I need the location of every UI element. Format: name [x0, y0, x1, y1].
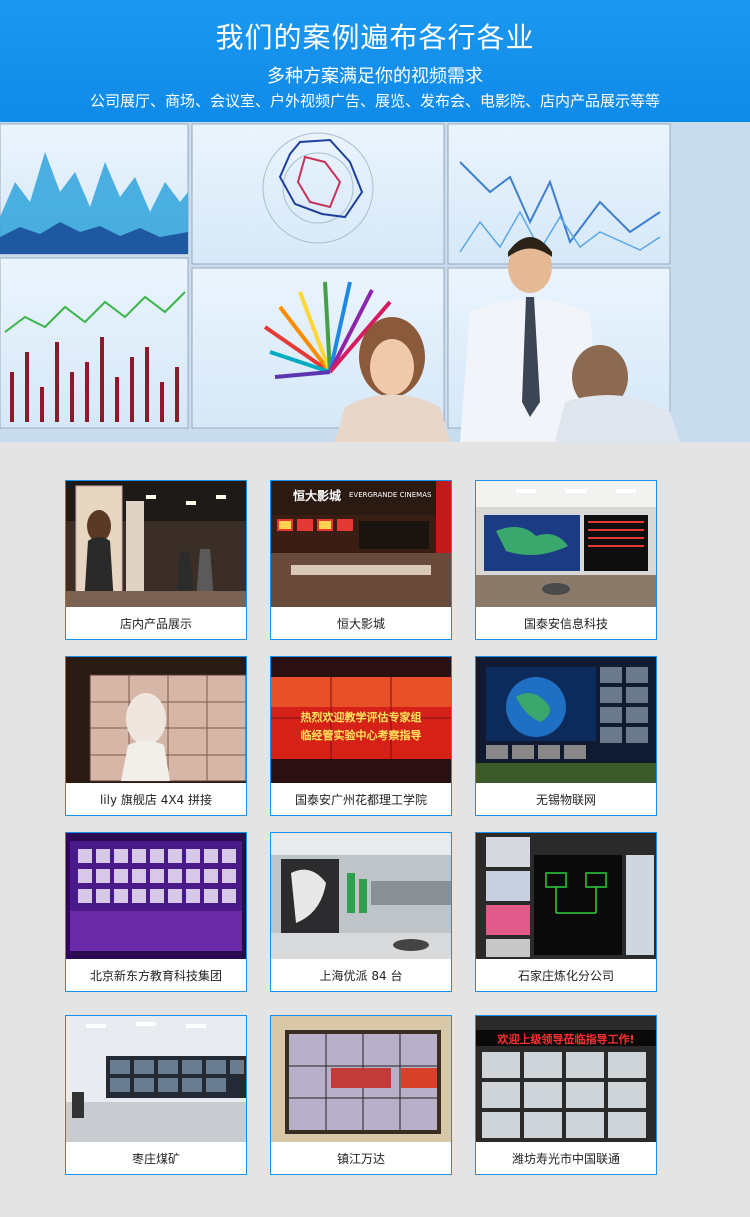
- case-label: 店内产品展示: [119, 617, 192, 631]
- case-card[interactable]: 国泰安信息科技: [475, 480, 657, 640]
- case-card[interactable]: 上海优派 84 台: [270, 832, 452, 992]
- screen-text-line-2: 临经管实验中心考察指导: [300, 729, 422, 742]
- case-label: 上海优派 84 台: [319, 969, 403, 983]
- case-photo: [66, 657, 246, 783]
- case-card[interactable]: 镇江万达: [270, 1015, 452, 1175]
- case-photo: [66, 833, 246, 959]
- case-photo: [271, 833, 451, 959]
- case-card[interactable]: lily 旗舰店 4X4 拼接: [65, 656, 247, 816]
- case-card[interactable]: 枣庄煤矿: [65, 1015, 247, 1175]
- case-photo: [66, 1016, 246, 1142]
- case-card[interactable]: 恒大影城 EVERGRANDE CINEMAS 恒大影城: [270, 480, 452, 640]
- case-card[interactable]: 无锡物联网: [475, 656, 657, 816]
- scenario-list: 公司展厅、商场、会议室、户外视频广告、展览、发布会、电影院、店内产品展示等等: [89, 92, 660, 110]
- screen-text-line-1: 热烈欢迎教学评估专家组: [300, 711, 422, 724]
- video-wall-hero-image: [0, 122, 750, 442]
- case-label: 国泰安信息科技: [523, 617, 608, 631]
- cinema-sign-en: EVERGRANDE CINEMAS: [349, 491, 432, 499]
- case-photo: 恒大影城 EVERGRANDE CINEMAS: [271, 481, 451, 607]
- case-photo: 欢迎上级领导莅临指导工作!: [476, 1016, 656, 1142]
- case-label: 潍坊寿光市中国联通: [511, 1152, 620, 1166]
- case-label: 枣庄煤矿: [131, 1152, 180, 1166]
- case-photo: [476, 657, 656, 783]
- case-grid: 店内产品展示 恒大影城 EVERGRANDE CINEMAS 恒大影城 国泰安信…: [0, 442, 750, 1217]
- case-photo: [271, 1016, 451, 1142]
- case-photo: [476, 481, 656, 607]
- case-label: 镇江万达: [336, 1152, 385, 1166]
- case-card[interactable]: 热烈欢迎教学评估专家组 临经管实验中心考察指导 国泰安广州花都理工学院: [270, 656, 452, 816]
- page-title: 我们的案例遍布各行各业: [215, 21, 535, 54]
- cinema-sign: 恒大影城: [293, 489, 342, 503]
- case-card[interactable]: 北京新东方教育科技集团: [65, 832, 247, 992]
- header-banner: 我们的案例遍布各行各业 多种方案满足你的视频需求 公司展厅、商场、会议室、户外视…: [0, 0, 750, 122]
- case-label: 恒大影城: [336, 617, 385, 631]
- case-label: 北京新东方教育科技集团: [89, 969, 222, 983]
- case-card[interactable]: 欢迎上级领导莅临指导工作! 潍坊寿光市中国联通: [475, 1015, 657, 1175]
- case-label: 无锡物联网: [535, 793, 596, 807]
- page-subtitle: 多种方案满足你的视频需求: [267, 66, 483, 87]
- case-label: 国泰安广州花都理工学院: [294, 793, 427, 807]
- case-card[interactable]: 店内产品展示: [65, 480, 247, 640]
- case-label: lily 旗舰店 4X4 拼接: [99, 793, 213, 807]
- case-photo: [476, 833, 656, 959]
- case-photo: [66, 481, 246, 607]
- case-card[interactable]: 石家庄炼化分公司: [475, 832, 657, 992]
- case-photo: 热烈欢迎教学评估专家组 临经管实验中心考察指导: [271, 657, 451, 783]
- screen-welcome-text: 欢迎上级领导莅临指导工作!: [497, 1033, 635, 1046]
- case-label: 石家庄炼化分公司: [517, 969, 614, 983]
